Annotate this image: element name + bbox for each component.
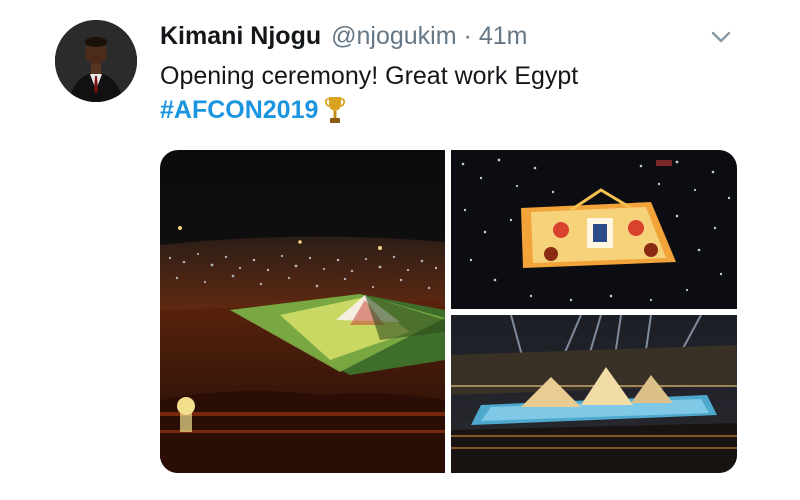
trophy-icon	[324, 95, 346, 125]
timestamp[interactable]: 41m	[479, 20, 528, 52]
author-handle[interactable]: @njogukim	[331, 20, 456, 52]
media-grid	[160, 150, 737, 473]
chevron-down-icon	[711, 31, 731, 43]
author-name[interactable]: Kimani Njogu	[160, 20, 321, 52]
photo-stadium-pyramid[interactable]	[160, 150, 445, 473]
tweet-header: Kimani Njogu @njogukim · 41m	[160, 20, 528, 52]
separator-dot: ·	[463, 22, 472, 50]
tweet-menu-button[interactable]	[706, 22, 736, 52]
photo-pyramids-lightshow[interactable]	[451, 315, 737, 473]
photo-projection-overhead[interactable]	[451, 150, 737, 309]
hashtag-line: #AFCON2019	[160, 94, 346, 126]
tweet-text: Opening ceremony! Great work Egypt	[160, 62, 579, 90]
avatar-image	[55, 20, 137, 102]
hashtag-link[interactable]: #AFCON2019	[160, 94, 318, 126]
avatar[interactable]	[55, 20, 137, 102]
